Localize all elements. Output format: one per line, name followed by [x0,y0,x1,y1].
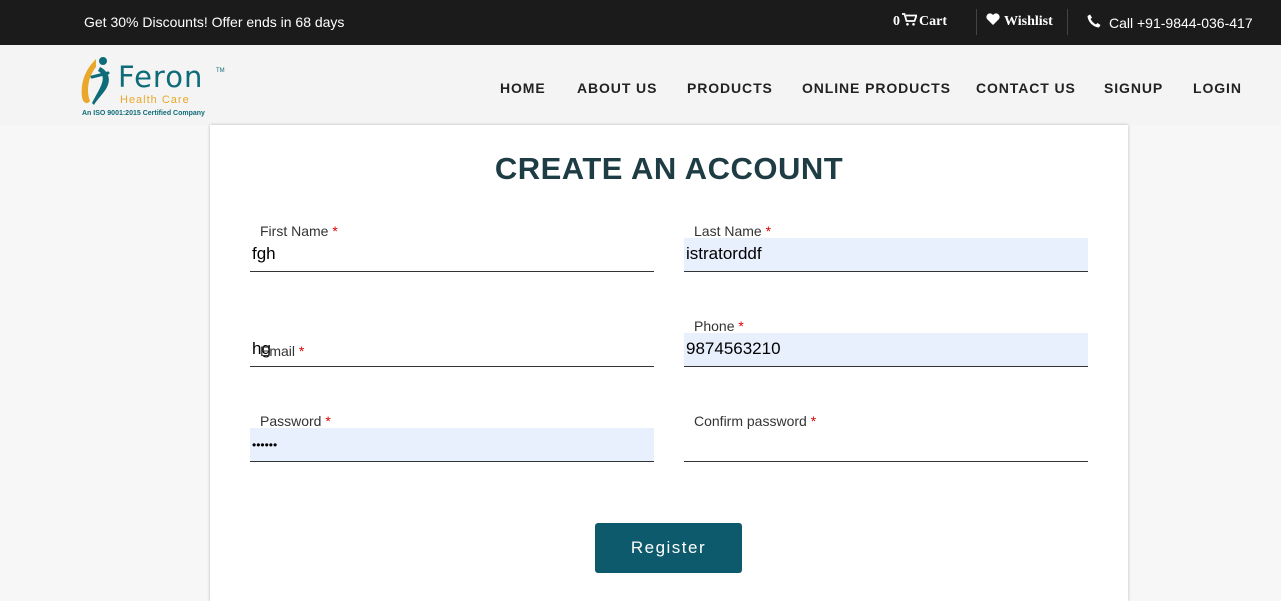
password-label: Password * [260,413,331,429]
logo-figure-icon [81,57,110,105]
promo-text: Get 30% Discounts! Offer ends in 68 days [84,14,345,30]
last-name-input[interactable]: istratorddf [684,238,1088,272]
cart-label: Cart [919,14,947,29]
first-name-label: First Name * [260,223,338,239]
nav-online-products[interactable]: ONLINE PRODUCTS [802,80,951,96]
top-bar: Get 30% Discounts! Offer ends in 68 days… [0,0,1281,45]
last-name-group: Last Name * istratorddf [684,221,1088,273]
register-card: CREATE AN ACCOUNT First Name * fgh Last … [210,125,1128,601]
site-logo[interactable]: Feron TM Health Care An ISO 9001:2015 Ce… [78,53,228,119]
phone-value: 9874563210 [686,339,781,358]
call-link[interactable]: Call +91-9844-036-417 [1087,14,1253,31]
first-name-group: First Name * fgh [250,221,654,273]
site-header: Feron TM Health Care An ISO 9001:2015 Ce… [0,45,1281,125]
phone-input[interactable]: 9874563210 [684,333,1088,367]
nav-signup[interactable]: SIGNUP [1104,80,1163,96]
logo-tm: TM [216,68,225,74]
last-name-label: Last Name * [694,223,772,239]
call-label: Call +91-9844-036-417 [1109,14,1253,31]
page-title: CREATE AN ACCOUNT [494,151,844,186]
wishlist-link[interactable]: Wishlist [986,13,1053,30]
logo-brand: Feron [118,60,204,94]
nav-about-us[interactable]: ABOUT US [577,80,657,96]
confirm-password-input[interactable] [684,428,1088,462]
cart-link[interactable]: 0 Cart [893,13,947,31]
first-name-input[interactable]: fgh [250,238,654,272]
nav-home[interactable]: HOME [500,80,546,96]
phone-label: Phone * [694,318,744,334]
password-group: Password * •••••• [250,411,654,463]
first-name-value: fgh [252,244,276,263]
email-label: Email * [260,343,305,359]
wishlist-label: Wishlist [1004,13,1053,29]
confirm-password-label: Confirm password * [694,413,817,429]
heart-icon [986,13,1000,30]
password-input[interactable]: •••••• [250,428,654,462]
email-group: hg Email * [250,316,654,368]
nav-products[interactable]: PRODUCTS [687,80,773,96]
email-input[interactable]: hg Email * [250,333,654,367]
last-name-value: istratorddf [686,244,762,263]
cart-icon [902,13,918,31]
phone-icon [1087,14,1101,31]
logo-subtitle: Health Care [120,94,190,106]
phone-group: Phone * 9874563210 [684,316,1088,368]
logo-iso: An ISO 9001:2015 Certified Company [82,110,205,117]
password-value: •••••• [252,438,278,452]
divider [976,9,977,35]
cart-count: 0 [893,14,900,29]
nav-contact-us[interactable]: CONTACT US [976,80,1076,96]
nav-login[interactable]: LOGIN [1193,80,1242,96]
confirm-password-group: Confirm password * [684,411,1088,463]
register-button[interactable]: Register [595,523,742,573]
divider [1067,9,1068,35]
